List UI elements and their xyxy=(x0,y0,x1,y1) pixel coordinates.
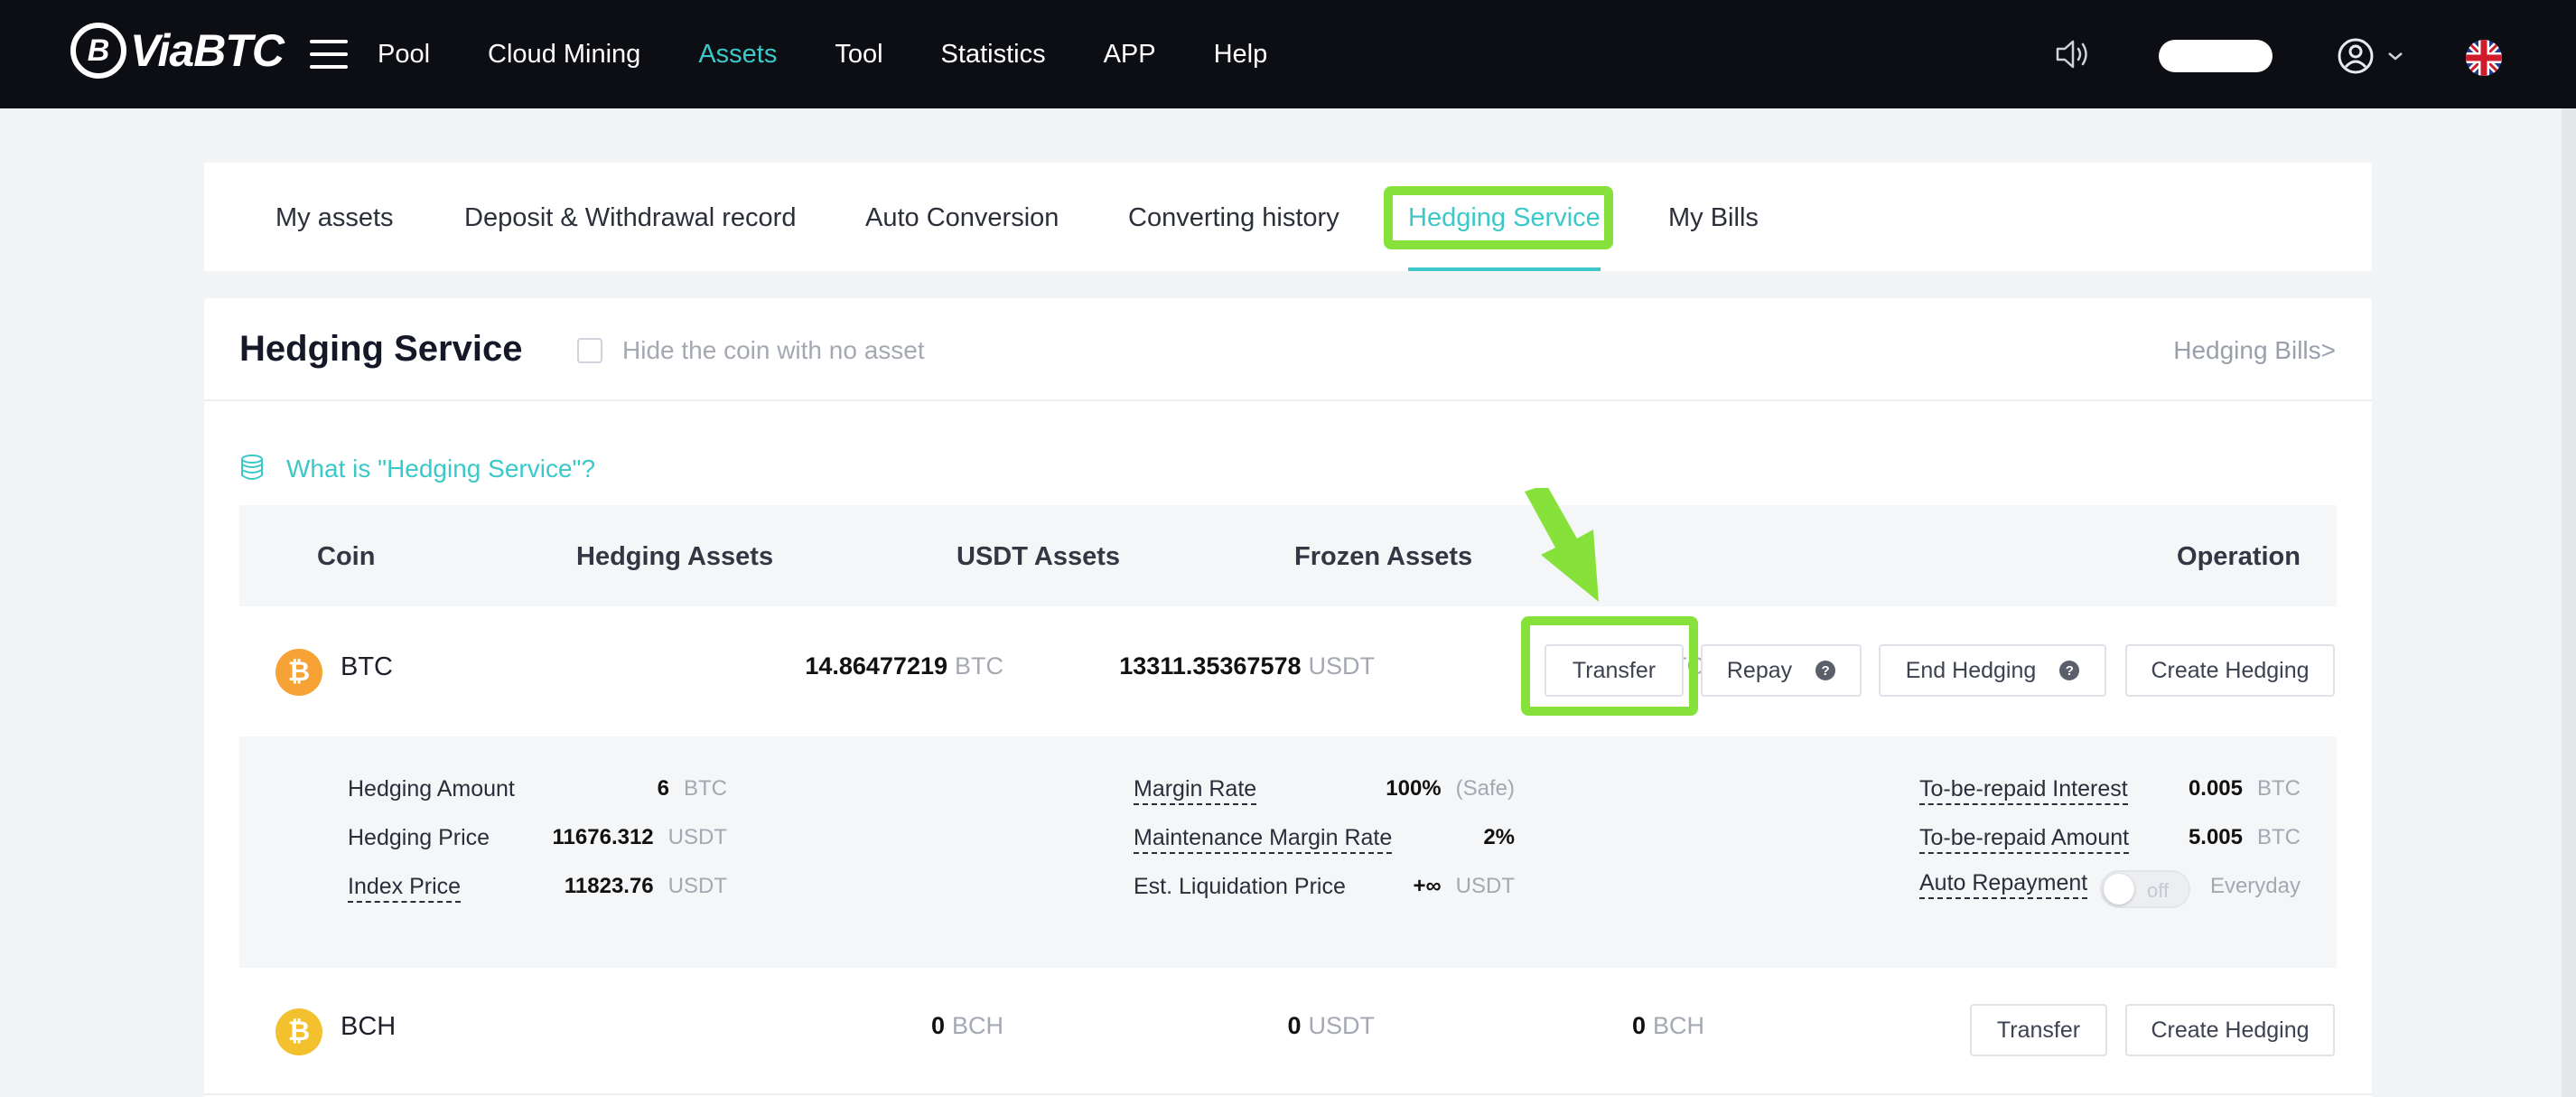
panel-header: Hedging Service Hide the coin with no as… xyxy=(204,298,2372,401)
auto-repayment-frequency: Everyday xyxy=(2209,874,2301,898)
create-hedging-button[interactable]: Create Hedging xyxy=(2125,644,2335,697)
tab-auto-conversion[interactable]: Auto Conversion xyxy=(865,163,1059,271)
coin-name: BTC xyxy=(341,652,393,681)
menu-icon[interactable] xyxy=(310,40,348,69)
column-header-coin: Coin xyxy=(317,542,376,571)
auto-repayment-toggle[interactable]: off xyxy=(2100,870,2190,908)
hedging-amount-label: Hedging Amount xyxy=(348,776,515,802)
hedging-assets-cell: 14.86477219 BTC xyxy=(805,652,1003,680)
page-title: Hedging Service xyxy=(239,329,523,369)
table-row: ₿ BCH 0 BCH 0 USDT 0 BCH Transfer Create He… xyxy=(239,965,2337,1092)
tab-my-assets[interactable]: My assets xyxy=(275,163,394,271)
nav-item-pool[interactable]: Pool xyxy=(378,40,430,70)
nav-item-assets[interactable]: Assets xyxy=(698,40,777,70)
margin-rate-value: 100% (Safe) xyxy=(1386,776,1515,801)
hide-empty-coins-checkbox[interactable] xyxy=(577,338,602,363)
btc-coin-icon: ₿ xyxy=(275,649,322,696)
maintenance-margin-rate-value: 2% xyxy=(1483,825,1515,849)
page-scrollbar[interactable] xyxy=(2562,108,2576,1097)
username-display[interactable] xyxy=(2159,40,2273,72)
repay-button[interactable]: Repay? xyxy=(1701,644,1862,697)
help-icon[interactable]: ? xyxy=(1815,661,1836,680)
transfer-button[interactable]: Transfer xyxy=(1545,644,1684,697)
repay-label: Repay xyxy=(1726,657,1793,683)
est-liquidation-price-value: +∞ USDT xyxy=(1413,874,1515,898)
table-row: ₿ BTC 14.86477219 BTC 13311.35367578 USDT … xyxy=(239,605,2337,732)
nav-item-help[interactable]: Help xyxy=(1214,40,1268,70)
to-be-repaid-interest-label[interactable]: To-be-repaid Interest xyxy=(1919,776,2128,805)
usdt-assets-cell: 0 USDT xyxy=(1287,1012,1375,1039)
hedging-amount-value: 6 BTC xyxy=(657,776,727,801)
viabtc-logo-text: ViaBTC xyxy=(130,25,285,76)
create-hedging-button[interactable]: Create Hedging xyxy=(2125,1004,2335,1056)
toggle-state-text: off xyxy=(2147,879,2170,902)
coins-stack-icon xyxy=(241,455,263,480)
what-is-hedging-label: What is "Hedging Service"? xyxy=(286,455,596,483)
to-be-repaid-amount-value: 5.005 BTC xyxy=(2188,825,2301,849)
end-hedging-label: End Hedging xyxy=(1905,657,2037,683)
table-header: Coin Hedging Assets USDT Assets Frozen A… xyxy=(239,505,2337,606)
column-header-frozen-assets: Frozen Assets xyxy=(1294,542,1473,571)
viabtc-logo-icon: B xyxy=(70,23,126,79)
transfer-button[interactable]: Transfer xyxy=(1970,1004,2107,1056)
help-icon[interactable]: ? xyxy=(2059,661,2080,680)
nav-item-tool[interactable]: Tool xyxy=(835,40,882,70)
speaker-icon[interactable] xyxy=(2055,38,2091,70)
account-menu[interactable] xyxy=(2337,36,2409,76)
toggle-knob xyxy=(2104,874,2134,905)
hedging-price-value: 11676.312 USDT xyxy=(552,825,727,849)
column-header-operation: Operation xyxy=(2177,542,2301,571)
coin-name: BCH xyxy=(341,1012,397,1041)
nav-item-cloud-mining[interactable]: Cloud Mining xyxy=(488,40,640,70)
hedging-assets-cell: 0 BCH xyxy=(930,1012,1003,1039)
tab-my-bills[interactable]: My Bills xyxy=(1668,163,1759,271)
maintenance-margin-rate-label[interactable]: Maintenance Margin Rate xyxy=(1134,825,1393,854)
to-be-repaid-amount-label[interactable]: To-be-repaid Amount xyxy=(1919,825,2130,854)
usdt-assets-cell: 13311.35367578 USDT xyxy=(1119,652,1375,680)
hide-empty-coins-label: Hide the coin with no asset xyxy=(622,336,925,364)
auto-repayment-label[interactable]: Auto Repayment xyxy=(1919,870,2088,899)
tab-deposit-withdrawal-record[interactable]: Deposit & Withdrawal record xyxy=(464,163,796,271)
column-header-usdt-assets: USDT Assets xyxy=(957,542,1121,571)
top-navigation-bar: B ViaBTC Pool Cloud Mining Assets Tool S… xyxy=(0,0,2576,108)
nav-item-app[interactable]: APP xyxy=(1104,40,1156,70)
index-price-value: 11823.76 USDT xyxy=(564,874,727,898)
tab-hedging-service[interactable]: Hedging Service xyxy=(1408,163,1601,271)
margin-rate-label[interactable]: Margin Rate xyxy=(1134,776,1257,805)
uk-flag-icon[interactable] xyxy=(2466,40,2502,76)
user-icon xyxy=(2338,38,2374,74)
hide-empty-coins-toggle[interactable]: Hide the coin with no asset xyxy=(577,336,925,365)
hedging-service-panel: Hedging Service Hide the coin with no as… xyxy=(204,298,2372,1097)
to-be-repaid-interest-value: 0.005 BTC xyxy=(2188,776,2301,801)
hedging-bills-link[interactable]: Hedging Bills> xyxy=(2173,336,2336,365)
nav-item-statistics[interactable]: Statistics xyxy=(941,40,1046,70)
column-header-hedging-assets: Hedging Assets xyxy=(576,542,774,571)
chevron-down-icon xyxy=(2388,52,2403,61)
what-is-hedging-link[interactable]: What is "Hedging Service"? xyxy=(239,454,595,484)
est-liquidation-price-label: Est. Liquidation Price xyxy=(1134,874,1346,899)
row-divider xyxy=(204,1093,2372,1095)
hedging-price-label: Hedging Price xyxy=(348,825,490,850)
end-hedging-button[interactable]: End Hedging? xyxy=(1879,644,2106,697)
btc-hedging-details: Hedging Amount 6 BTC Hedging Price 11676.… xyxy=(239,736,2337,968)
main-nav: Pool Cloud Mining Assets Tool Statistics… xyxy=(378,0,1325,108)
assets-tabs: My assets Deposit & Withdrawal record Au… xyxy=(204,163,2372,271)
tab-converting-history[interactable]: Converting history xyxy=(1128,163,1339,271)
index-price-label[interactable]: Index Price xyxy=(348,874,462,903)
frozen-assets-cell: 0 BCH xyxy=(1631,1012,1704,1039)
bch-coin-icon: ₿ xyxy=(275,1008,322,1055)
viabtc-logo[interactable]: B ViaBTC xyxy=(70,22,285,80)
